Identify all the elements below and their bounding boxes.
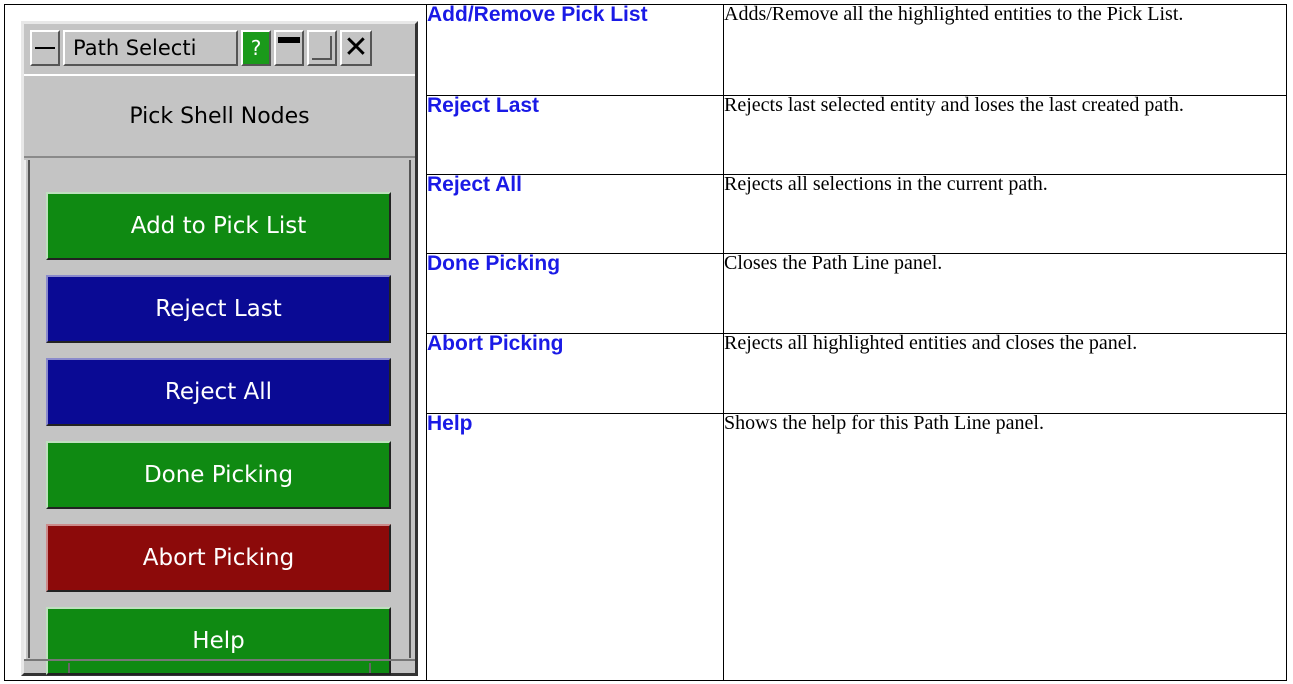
term-cell: Add/Remove Pick List <box>426 3 724 96</box>
close-icon: ✕ <box>343 30 369 65</box>
minimize-icon <box>278 37 300 43</box>
footer-tick <box>68 663 70 673</box>
term-reject-last: Reject Last <box>427 94 540 117</box>
reject-last-button[interactable]: Reject Last <box>46 275 391 343</box>
term-cell: Done Picking <box>426 252 724 334</box>
maximize-icon <box>312 36 332 60</box>
button-area: Add to Pick List Reject Last Reject All … <box>24 160 415 675</box>
term-help: Help <box>427 412 473 435</box>
left-frame-line <box>28 160 30 658</box>
term-reject-all: Reject All <box>427 173 522 196</box>
term-cell: Reject Last <box>426 94 724 175</box>
help-icon[interactable]: ? <box>241 30 271 66</box>
definition-text: Shows the help for this Path Line panel. <box>724 412 1044 434</box>
definition-text: Rejects all selections in the current pa… <box>724 173 1048 195</box>
definition-text: Rejects all highlighted entities and clo… <box>724 332 1138 354</box>
panel-title: Path Selecti <box>63 30 238 66</box>
right-frame-line <box>409 160 411 658</box>
panel-subtitle: Pick Shell Nodes <box>24 74 415 158</box>
definition-cell: Rejects all highlighted entities and clo… <box>723 332 1287 414</box>
help-table: Path Selecti ? ✕ Pick Shell Nodes Add to… <box>4 4 1287 681</box>
table-row: Path Selecti ? ✕ Pick Shell Nodes Add to… <box>4 3 1287 681</box>
term-done-picking: Done Picking <box>427 252 561 275</box>
definition-text: Closes the Path Line panel. <box>724 252 943 274</box>
abort-picking-button[interactable]: Abort Picking <box>46 524 391 592</box>
definition-text: Rejects last selected entity and loses t… <box>724 94 1184 116</box>
menu-bar-icon <box>35 47 55 49</box>
reject-all-button[interactable]: Reject All <box>46 358 391 426</box>
panel-screenshot-cell: Path Selecti ? ✕ Pick Shell Nodes Add to… <box>4 4 427 681</box>
panel-footer <box>24 659 415 673</box>
definition-cell: Rejects last selected entity and loses t… <box>723 94 1287 175</box>
close-button[interactable]: ✕ <box>340 30 372 66</box>
definition-text: Adds/Remove all the highlighted entities… <box>724 3 1184 25</box>
add-to-pick-list-button[interactable]: Add to Pick List <box>46 192 391 260</box>
window-menu-button[interactable] <box>30 30 60 66</box>
definition-cell: Adds/Remove all the highlighted entities… <box>723 3 1287 96</box>
footer-tick <box>369 663 371 673</box>
path-selection-panel: Path Selecti ? ✕ Pick Shell Nodes Add to… <box>21 21 418 676</box>
term-cell: Help <box>426 412 724 681</box>
done-picking-button[interactable]: Done Picking <box>46 441 391 509</box>
term-add-remove-pick-list: Add/Remove Pick List <box>427 3 648 26</box>
definition-cell: Shows the help for this Path Line panel. <box>723 412 1287 681</box>
minimize-button[interactable] <box>274 30 304 66</box>
maximize-button[interactable] <box>307 30 337 66</box>
term-cell: Abort Picking <box>426 332 724 414</box>
term-cell: Reject All <box>426 173 724 254</box>
definition-cell: Rejects all selections in the current pa… <box>723 173 1287 254</box>
panel-titlebar: Path Selecti ? ✕ <box>30 28 409 68</box>
definition-cell: Closes the Path Line panel. <box>723 252 1287 334</box>
term-abort-picking: Abort Picking <box>427 332 564 355</box>
